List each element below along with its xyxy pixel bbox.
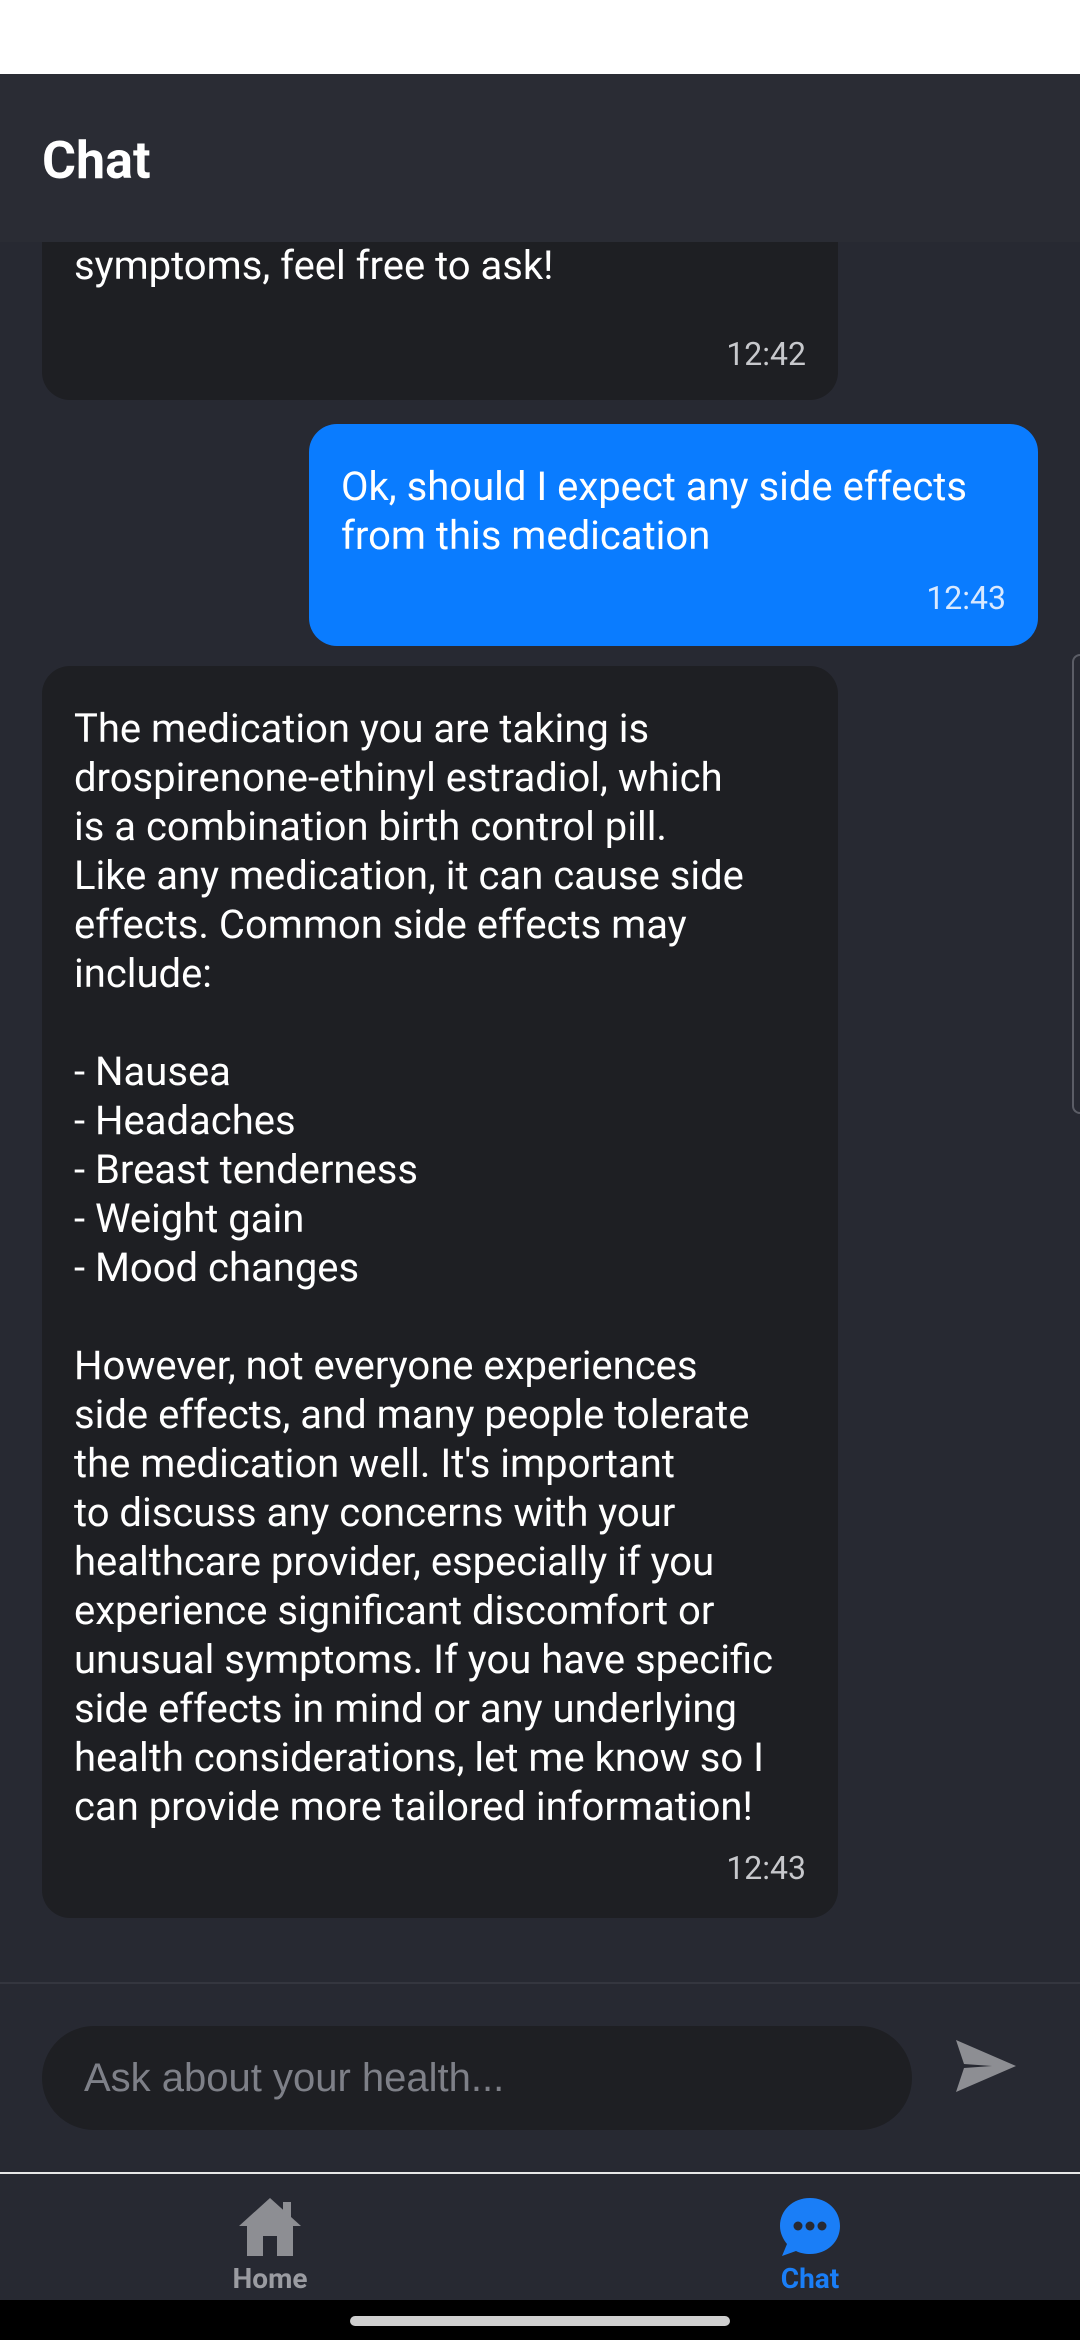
- system-gesture-bar: [0, 2300, 1080, 2340]
- home-gesture-handle[interactable]: [350, 2316, 730, 2326]
- scrollbar[interactable]: [1072, 654, 1080, 1114]
- message-input[interactable]: [42, 2026, 912, 2130]
- message-text: Ok, should I expect any side effects fro…: [341, 463, 967, 559]
- send-icon: [954, 2038, 1018, 2098]
- nav-item-home[interactable]: Home: [150, 2174, 390, 2302]
- send-button[interactable]: [950, 2032, 1022, 2104]
- message-timestamp: 12:43: [726, 1849, 806, 1887]
- message-text: The medication you are taking is drospir…: [74, 705, 774, 1830]
- nav-item-chat[interactable]: Chat: [690, 2174, 930, 2302]
- assistant-message: The medication you are taking is drospir…: [42, 666, 838, 1918]
- message-composer: [0, 1982, 1080, 2172]
- chat-message-list[interactable]: information regarding management of symp…: [0, 242, 1080, 1982]
- home-icon: [237, 2194, 303, 2260]
- chat-bubble-icon: [778, 2194, 842, 2260]
- message-text: information regarding management of symp…: [74, 242, 554, 289]
- page-title: Chat: [42, 130, 151, 191]
- nav-label-chat: Chat: [780, 2262, 840, 2295]
- message-timestamp: 12:42: [726, 335, 806, 373]
- message-input-container[interactable]: [42, 2026, 912, 2130]
- message-timestamp: 12:43: [926, 579, 1006, 617]
- user-message: Ok, should I expect any side effects fro…: [309, 424, 1038, 646]
- app-header: Chat: [0, 74, 1080, 242]
- bottom-navigation: Home Chat: [0, 2172, 1080, 2300]
- assistant-message: information regarding management of symp…: [42, 242, 838, 400]
- nav-label-home: Home: [232, 2262, 308, 2295]
- status-bar: [0, 0, 1080, 74]
